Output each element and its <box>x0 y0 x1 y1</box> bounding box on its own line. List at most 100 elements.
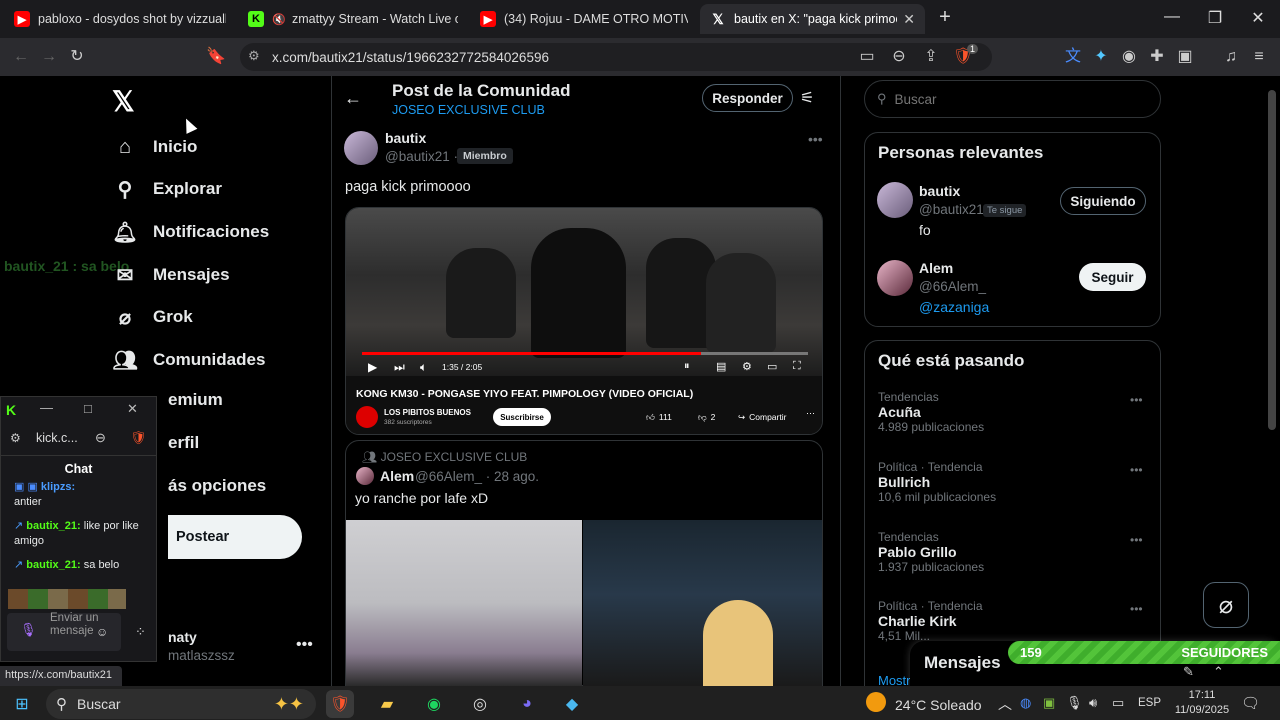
emoji-icon[interactable]: ☺ <box>96 625 108 639</box>
file-explorer-icon[interactable]: ▰ <box>373 690 401 718</box>
grok-icon[interactable]: ⌀ <box>1203 582 1249 628</box>
nav-explore[interactable]: ⚲ Explorar <box>113 177 222 201</box>
music-icon[interactable]: ♫ <box>1220 46 1242 68</box>
close-icon[interactable]: ✕ <box>127 401 138 417</box>
avatar[interactable] <box>356 467 374 485</box>
notifications-icon[interactable]: 🗨︎ <box>1241 694 1260 712</box>
avatar[interactable] <box>877 182 913 218</box>
media-image[interactable] <box>583 520 822 686</box>
tray-icon[interactable]: ◍ <box>1020 695 1031 711</box>
brave-shield-icon[interactable]: 🛡 <box>130 430 147 446</box>
account-name[interactable]: naty <box>168 629 197 645</box>
close-tab-icon[interactable]: ✕ <box>903 11 915 28</box>
tab-3[interactable]: 𝕏 bautix en X: "paga kick primoooo" ✕ <box>700 4 925 34</box>
puzzle-icon[interactable]: ✚ <box>1146 46 1168 68</box>
person-bio-link[interactable]: @zazaniga <box>919 299 989 315</box>
extension-icon[interactable]: ✦ <box>1090 46 1112 68</box>
nav-profile[interactable]: erfil <box>168 433 199 453</box>
reload-icon[interactable]: ↻ <box>66 46 88 68</box>
more-icon[interactable]: ⋯ <box>806 408 815 419</box>
weather-text[interactable]: 24°C Soleado <box>895 697 982 713</box>
nav-home[interactable]: ⌂ Inicio <box>113 135 197 159</box>
menu-icon[interactable]: ≡ <box>1248 46 1270 68</box>
address-bar[interactable]: ⚙ x.com/bautix21/status/1966232772584026… <box>240 43 992 71</box>
more-icon[interactable]: ••• <box>1130 463 1143 477</box>
popup-url[interactable]: kick.c... <box>36 431 78 445</box>
search-box[interactable]: ⚲ <box>864 80 1161 118</box>
microphone-icon[interactable]: 🎙︎ <box>20 622 37 638</box>
autoplay-toggle-icon[interactable]: ⏸ <box>684 360 690 373</box>
scrollbar[interactable] <box>1268 90 1276 430</box>
nav-grok[interactable]: ⌀ Grok <box>113 305 193 329</box>
nav-notifications[interactable]: 🔔︎ Notificaciones <box>112 220 269 244</box>
site-settings-icon[interactable]: ⚙ <box>10 431 21 445</box>
back-icon[interactable]: ← <box>10 46 32 68</box>
reply-button[interactable]: Responder <box>702 84 793 112</box>
forward-icon[interactable]: → <box>38 46 60 68</box>
volume-icon[interactable]: 🔊︎ <box>1089 695 1097 711</box>
community-context[interactable]: 👥︎ JOSEO EXCLUSIVE CLUB <box>362 450 527 464</box>
windows-start-icon[interactable]: ⊞ <box>8 690 36 718</box>
more-icon[interactable]: ••• <box>1130 393 1143 407</box>
community-link[interactable]: JOSEO EXCLUSIVE CLUB <box>392 103 545 117</box>
trend-item[interactable]: Tendencias Acuña 4.989 publicaciones <box>878 390 984 434</box>
zoom-icon[interactable]: ⊖ <box>95 430 106 446</box>
more-icon[interactable]: ••• <box>296 636 313 654</box>
theater-icon[interactable]: ▭ <box>767 360 777 373</box>
like-button[interactable]: 👍︎ 111 <box>646 408 672 426</box>
author-name[interactable]: bautix <box>385 130 426 146</box>
more-icon[interactable]: ••• <box>808 131 823 147</box>
next-icon[interactable]: ⏭ <box>394 360 405 375</box>
nav-more[interactable]: ás opciones <box>168 476 266 496</box>
search-input[interactable] <box>894 91 1135 107</box>
author-handle[interactable]: @bautix21 · <box>385 149 458 164</box>
nav-communities[interactable]: 👥︎ Comunidades <box>112 348 265 372</box>
more-icon[interactable]: ⁘ <box>135 624 146 640</box>
author-handle[interactable]: @66Alem_ · 28 ago. <box>415 469 539 484</box>
channel-avatar[interactable] <box>356 406 378 428</box>
follow-button[interactable]: Seguir <box>1079 263 1146 291</box>
tray-icon[interactable]: ▣ <box>1043 695 1055 711</box>
share-icon[interactable]: ⇪ <box>920 46 942 68</box>
chevron-up-icon[interactable]: ︿ <box>998 694 1012 714</box>
maximize-icon[interactable]: ❐ <box>1203 8 1227 28</box>
dislike-button[interactable]: 👎︎ 2 <box>698 408 715 426</box>
person-handle[interactable]: @bautix21 <box>919 202 984 217</box>
post-button[interactable]: Postear <box>168 515 302 559</box>
settings-sliders-icon[interactable]: ⚟ <box>800 88 814 108</box>
volume-icon[interactable]: 🔈︎ <box>420 360 427 375</box>
more-icon[interactable]: ••• <box>1130 533 1143 547</box>
person-handle[interactable]: @66Alem_ <box>919 279 986 294</box>
language-indicator[interactable]: ESP <box>1138 697 1161 709</box>
author-name[interactable]: Alem <box>380 468 414 484</box>
app-icon[interactable]: ◆ <box>558 690 586 718</box>
close-window-icon[interactable]: ✕ <box>1246 8 1270 28</box>
collapse-icon[interactable]: ⌃ <box>1213 664 1224 680</box>
person-name[interactable]: Alem <box>919 260 953 276</box>
muted-icon[interactable]: 🔇 <box>272 11 286 27</box>
avatar[interactable] <box>877 260 913 296</box>
trend-item[interactable]: Política · Tendencia Bullrich 10,6 mil p… <box>878 460 996 504</box>
trend-item[interactable]: Tendencias Pablo Grillo 1.937 publicacio… <box>878 530 984 574</box>
back-arrow-icon[interactable]: ← <box>344 88 362 109</box>
microphone-icon[interactable]: 🎙︎ <box>1066 695 1083 711</box>
emote-bar[interactable] <box>8 589 126 609</box>
zoom-icon[interactable]: ⊖ <box>888 46 910 68</box>
channel-name[interactable]: LOS PIBITOS BUENOS <box>384 408 471 417</box>
video-embed[interactable]: ▶ ⏭ 🔈︎ 1:35 / 2:05 ⏸ ▤ ⚙ ▭ ⛶ KONG KM30 -… <box>345 207 823 435</box>
trend-item[interactable]: Política · Tendencia Charlie Kirk 4,51 M… <box>878 599 983 643</box>
more-icon[interactable]: ••• <box>1130 602 1143 616</box>
cast-icon[interactable]: ▭ <box>856 46 878 68</box>
play-icon[interactable]: ▶ <box>368 360 377 374</box>
maximize-icon[interactable]: □ <box>84 401 92 416</box>
app-icon[interactable]: ◕ <box>513 690 541 718</box>
site-info-icon[interactable]: ⚙ <box>248 48 260 64</box>
video-progress-track[interactable] <box>362 352 808 355</box>
nav-premium[interactable]: emium <box>168 390 223 410</box>
bookmark-icon[interactable]: 🔖 <box>205 46 227 68</box>
fullscreen-icon[interactable]: ⛶ <box>793 360 801 373</box>
minimize-icon[interactable]: — <box>40 400 53 415</box>
x-logo-icon[interactable]: 𝕏 <box>112 85 135 118</box>
video-frame[interactable] <box>346 208 822 376</box>
avatar[interactable] <box>344 131 378 165</box>
